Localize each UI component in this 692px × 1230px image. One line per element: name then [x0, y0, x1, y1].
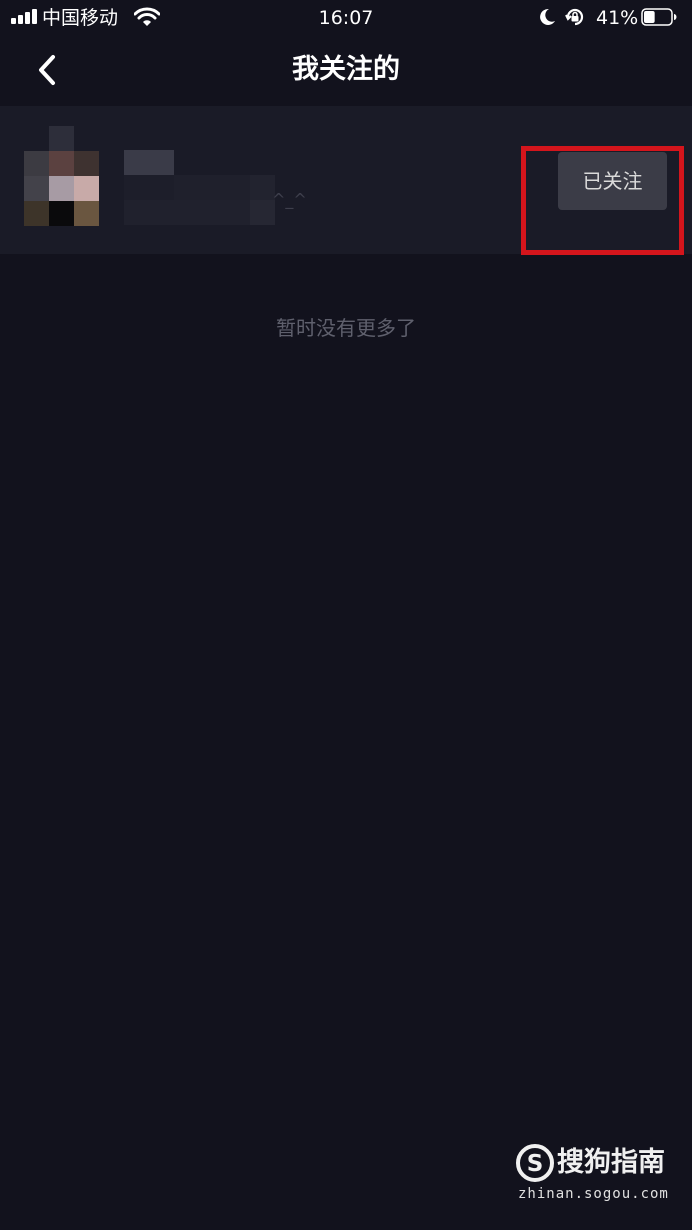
status-bar: 中国移动 16:07 41%	[0, 0, 692, 36]
moon-icon	[540, 8, 555, 25]
navigation-bar: 我关注的	[0, 36, 692, 106]
list-item[interactable]: ^_^ 已关注	[0, 106, 692, 255]
svg-text:S: S	[527, 1151, 544, 1177]
battery-icon	[641, 8, 677, 26]
empty-list-message: 暂时没有更多了	[276, 316, 416, 340]
highlight-annotation	[521, 146, 684, 255]
clock: 16:07	[318, 7, 374, 29]
username-visible-text: ^_^	[272, 190, 307, 209]
watermark-url: zhinan.sogou.com	[518, 1186, 669, 1202]
avatar[interactable]	[24, 126, 100, 226]
watermark-brand: 搜狗指南	[557, 1147, 665, 1178]
battery-percent: 41%	[596, 7, 639, 29]
sogou-logo-icon: S	[516, 1144, 554, 1182]
username-pixelated	[124, 150, 284, 230]
rotation-lock-icon	[565, 8, 584, 26]
page-title: 我关注的	[292, 54, 400, 85]
